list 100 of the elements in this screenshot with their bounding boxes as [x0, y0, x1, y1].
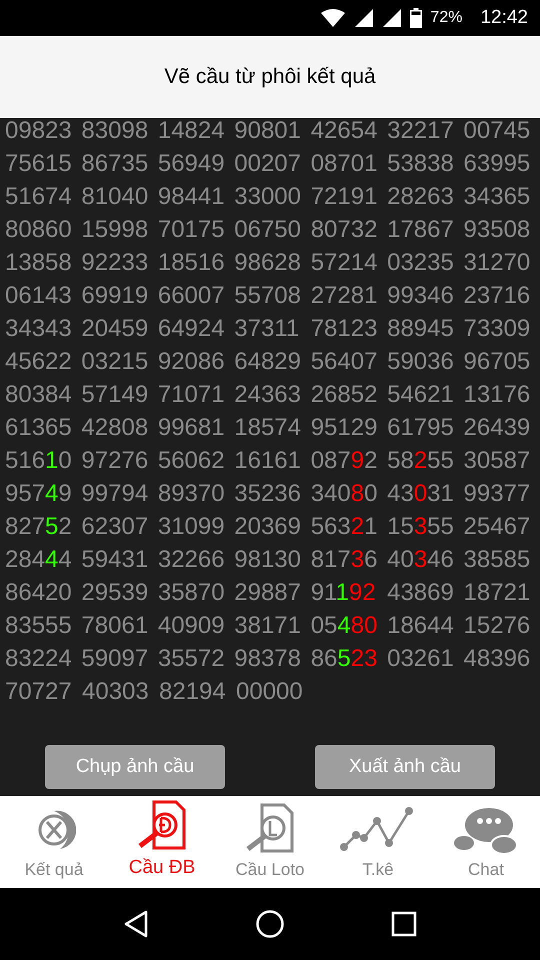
number-cell-text: 99794: [81, 479, 150, 509]
number-cell-text: 99681: [158, 413, 226, 443]
number-cell-text: 42808: [81, 413, 150, 443]
number-cell-text: 64924: [158, 314, 226, 344]
number-cell-text: 18516: [158, 248, 226, 278]
number-cell-text: 00207: [234, 149, 302, 179]
number-cell-text: 59431: [81, 545, 150, 575]
number-cell-text: 32266: [158, 545, 226, 575]
number-cell-text: 31270: [464, 248, 532, 278]
number-cell-text: 37311: [234, 314, 300, 344]
number-cell-text: 18574: [234, 413, 302, 443]
number-cell-text: 83098: [81, 118, 150, 146]
number-cell-text: 40909: [158, 611, 226, 641]
recents-icon[interactable]: [391, 911, 417, 937]
number-cell-text: 96705: [464, 347, 532, 377]
number-cell-text: 45622: [5, 347, 73, 377]
number-cell-text: 97276: [81, 446, 150, 476]
number-cell-text: 53838: [387, 149, 455, 179]
number-cell-text: 83555: [5, 611, 73, 641]
number-cell-text: 73309: [464, 314, 532, 344]
number-cell-text: 08701: [310, 149, 378, 179]
battery-percent: 72%: [430, 8, 462, 28]
number-cell-text: 15355: [387, 512, 455, 542]
number-cell-text: 20369: [234, 512, 302, 542]
number-cell-text: 54621: [387, 380, 455, 410]
nav-tab[interactable]: Chat: [432, 796, 540, 888]
number-cell-text: 29887: [234, 578, 302, 608]
number-cell-text: 42654: [310, 118, 378, 146]
number-cell-text: 18721: [464, 578, 532, 608]
number-cell-text: 32217: [387, 118, 455, 146]
number-cell-text: 25467: [464, 512, 532, 542]
action-button[interactable]: Chụp ảnh cầu: [45, 745, 225, 789]
number-cell-text: 78061: [81, 611, 150, 641]
number-cell-text: 33000: [234, 182, 302, 212]
number-cell-text: 31099: [158, 512, 226, 542]
number-cell-text: 98441: [158, 182, 226, 212]
battery-icon: [410, 8, 422, 28]
number-cell-text: 86420: [5, 578, 73, 608]
number-cell-text: 03215: [81, 347, 150, 377]
number-cell-text: 66007: [158, 281, 226, 311]
number-cell-text: 56407: [310, 347, 378, 377]
number-cell-text: 38585: [464, 545, 532, 575]
number-cell-text: 06750: [234, 215, 302, 245]
number-cell-text: 86523: [310, 644, 378, 674]
number-cell-text: 00745: [464, 118, 532, 146]
number-cell-text: 61365: [5, 413, 73, 443]
number-cell-text: 55708: [234, 281, 302, 311]
number-cell-text: 28444: [5, 545, 73, 575]
number-cell-text: 13176: [464, 380, 532, 410]
number-cell-text: 99346: [387, 281, 455, 311]
clock: 12:42: [480, 6, 528, 30]
number-cell-text: 58255: [387, 446, 455, 476]
action-button[interactable]: Xuất ảnh cầu: [315, 745, 495, 789]
number-cell-text: 56321: [310, 512, 378, 542]
home-icon[interactable]: [255, 909, 285, 939]
number-cell-text: 99377: [464, 479, 532, 509]
number-cell-text: 80732: [310, 215, 378, 245]
number-cell-text: 18644: [387, 611, 455, 641]
magnifier-document-icon: [244, 802, 296, 854]
number-cell-text: 38171: [234, 611, 302, 641]
number-cell-text: 70175: [158, 215, 226, 245]
number-cell-text: 80384: [5, 380, 73, 410]
signal-icon: [382, 8, 402, 28]
number-cell-text: 43869: [387, 578, 455, 608]
number-cell-text: 93508: [464, 215, 532, 245]
nav-tab[interactable]: Kết quả: [0, 796, 108, 888]
nav-tab[interactable]: Cầu ĐB: [108, 796, 216, 888]
number-cell-text: 09823: [5, 118, 73, 146]
number-cell-text: 98628: [234, 248, 302, 278]
number-cell-text: 95749: [5, 479, 73, 509]
screen-title: Vẽ cầu từ phôi kết quả: [164, 64, 376, 90]
number-cell-text: 56949: [158, 149, 226, 179]
number-cell-text: 92086: [158, 347, 226, 377]
number-cell-text: 13858: [5, 248, 73, 278]
number-cell-text: 63995: [464, 149, 532, 179]
number-cell-text: 51610: [5, 446, 73, 476]
nav-tab[interactable]: T.kê: [324, 796, 432, 888]
number-cell-text: 92233: [81, 248, 150, 278]
number-cell-text: 34343: [5, 314, 73, 344]
number-cell-text: 26852: [310, 380, 378, 410]
number-cell-text: 61795: [387, 413, 455, 443]
number-cell-text: 34365: [464, 182, 532, 212]
number-cell-text: 30587: [464, 446, 532, 476]
number-cell-text: 03261: [387, 644, 455, 674]
number-cell-text: 03235: [387, 248, 455, 278]
number-cell-text: 00000: [236, 677, 304, 707]
number-cell-text: 29539: [81, 578, 150, 608]
number-cell-text: 81040: [81, 182, 150, 212]
number-cell-text: 20459: [81, 314, 150, 344]
number-cell-text: 56062: [158, 446, 226, 476]
number-cell-text: 72191: [310, 182, 378, 212]
number-cell-text: 90801: [234, 118, 302, 146]
back-icon[interactable]: [123, 910, 149, 938]
number-cell-text: 64829: [234, 347, 302, 377]
number-cell-text: 51674: [5, 182, 73, 212]
number-cell-text: 27281: [310, 281, 378, 311]
nav-tab[interactable]: Cầu Loto: [216, 796, 324, 888]
wifi-icon: [320, 8, 346, 28]
number-cell-text: 89370: [158, 479, 226, 509]
number-cell-text: 34080: [310, 479, 378, 509]
